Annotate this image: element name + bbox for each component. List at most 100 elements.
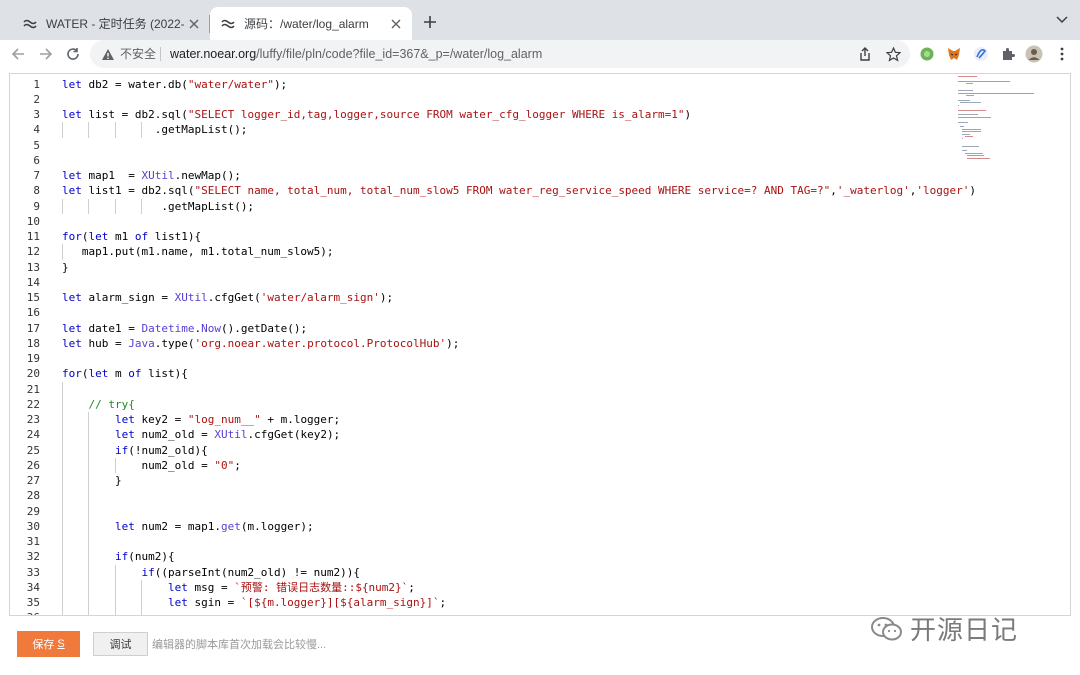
code-editor[interactable]: 1 2 3 4 5 6 7 8 9 10 11 12 13 14 15 16 17 18 19 20 21 22 23 24 2… [9, 73, 1071, 616]
code-token: .type( [154, 336, 195, 350]
minimap-line [964, 136, 973, 137]
code-line: let alarm_sign = XUtil.cfgGet('water/ala… [62, 290, 393, 305]
save-shortcut: S [57, 638, 65, 650]
code-token: ; [439, 596, 447, 609]
code-token: db2 = water.db( [81, 77, 188, 91]
code-token: (num2){ [128, 550, 175, 564]
puzzle-icon[interactable] [998, 44, 1018, 64]
code-token: alarm_sign = [81, 291, 175, 304]
code-token: ) [969, 184, 976, 198]
code-token: ) [684, 108, 692, 121]
code-line: let sgin = `[${m.logger}][${alarm_sign}]… [62, 595, 446, 610]
code-line: if(num2){ [62, 549, 175, 564]
code-line: num2_old = "0"; [62, 458, 241, 473]
line-number: 21 [26, 382, 40, 396]
security-label[interactable]: 不安全 [120, 46, 156, 62]
code-token: num2_old = [141, 458, 215, 472]
tab-water-tasks[interactable]: WATER - 定时任务 (2022-03-1 [12, 7, 210, 40]
code-token: 'logger' [916, 184, 970, 198]
minimap-line [958, 109, 986, 111]
debug-button[interactable]: 调试 [93, 632, 148, 656]
code-token: "0" [214, 458, 235, 472]
line-number: 4 [33, 123, 40, 137]
code-line: .getMapList(); [62, 199, 254, 214]
warning-icon[interactable] [100, 46, 116, 62]
code-token: list = db2.sql( [81, 108, 188, 121]
address-bar[interactable]: 不安全 water.noear.org/luffy/file/pln/code?… [90, 40, 910, 68]
code-token: (!num2_old){ [128, 443, 208, 457]
more-menu-icon[interactable] [1052, 44, 1072, 64]
code-token: ); [273, 77, 288, 91]
minimap-line [962, 133, 971, 135]
code-token: , [830, 184, 837, 198]
code-line: let num2 = map1.get(m.logger); [62, 519, 314, 534]
extension-swirl-icon[interactable] [971, 44, 991, 64]
code-token: if [114, 443, 129, 457]
code-minimap[interactable] [958, 76, 1058, 166]
tab-source-log-alarm[interactable]: 源码：/water/log_alarm [210, 7, 412, 40]
code-token: ; [234, 458, 241, 472]
line-number: 30 [26, 519, 40, 533]
code-area[interactable]: let db2 = water.db("water/water"); let li… [62, 74, 976, 615]
url-text[interactable]: water.noear.org/luffy/file/pln/code?file… [170, 46, 542, 62]
url-path: /luffy/file/pln/code?file_id=367&_p=/wat… [256, 47, 543, 61]
minimap-line [965, 83, 974, 85]
code-line: let date1 = Datetime.Now().getDate(); [62, 321, 307, 336]
code-token: let [62, 77, 82, 91]
back-icon[interactable] [6, 42, 30, 66]
code-line: let map1 = XUtil.newMap(); [62, 168, 241, 183]
line-number: 32 [26, 550, 40, 564]
indent-guide [88, 610, 90, 615]
minimap-line [958, 121, 969, 123]
indent-guide [62, 488, 63, 504]
code-token: let [62, 169, 82, 182]
forward-icon[interactable] [34, 42, 58, 66]
code-token: XUtil [214, 428, 248, 442]
new-tab-icon[interactable] [418, 10, 442, 34]
indent-guide [88, 503, 90, 519]
chevron-down-icon[interactable] [1052, 10, 1072, 30]
browser-toolbar: 不安全 water.noear.org/luffy/file/pln/code?… [0, 40, 1080, 68]
reload-icon[interactable] [61, 42, 85, 66]
code-token: let [114, 428, 135, 442]
water-wave-icon [22, 16, 38, 32]
code-token: let [167, 596, 188, 609]
code-token: .getMapList(); [154, 123, 248, 137]
code-token: "log_num__" [187, 413, 261, 426]
save-button[interactable]: 保存 S [17, 631, 80, 657]
extension-green-icon[interactable] [917, 44, 937, 64]
code-token: 'org.noear.water.protocol.ProtocolHub' [194, 336, 447, 350]
code-token: if [141, 565, 155, 579]
code-token: `[${m.logger}][${alarm_sign}]` [240, 596, 440, 609]
tab-close-icon[interactable] [184, 14, 204, 34]
code-token: let [62, 291, 82, 304]
tab-close-icon[interactable] [386, 14, 406, 34]
code-line: let num2_old = XUtil.cfgGet(key2); [62, 427, 340, 442]
code-token: list1 = db2.sql( [81, 184, 195, 198]
code-token: let [62, 336, 82, 350]
code-line: let list1 = db2.sql("SELECT name, total_… [62, 183, 976, 198]
indent-guide [88, 488, 90, 504]
watermark-text: 开源日记 [910, 616, 1019, 646]
code-line: let msg = `预警: 错误日志数量::${num2}`; [62, 580, 415, 595]
code-token: let [88, 367, 109, 381]
code-token: } [62, 260, 69, 274]
line-number: 10 [26, 214, 40, 228]
tab-title: 源码：/water/log_alarm [244, 17, 369, 31]
star-icon[interactable] [884, 45, 902, 63]
line-number: 31 [26, 535, 40, 548]
code-line: for(let m1 of list1){ [62, 229, 201, 244]
code-token: get [220, 519, 241, 533]
line-number: 23 [26, 413, 40, 426]
minimap-line [958, 100, 970, 101]
metamask-icon[interactable] [944, 44, 964, 64]
share-icon[interactable] [856, 45, 874, 63]
code-line: } [62, 260, 69, 275]
profile-avatar-icon[interactable] [1024, 44, 1044, 64]
code-line: if((parseInt(num2_old) != num2)){ [62, 565, 360, 580]
line-number: 5 [33, 138, 40, 152]
minimap-line [958, 104, 959, 106]
code-token: let [114, 413, 135, 426]
loading-hint: 编辑器的脚本库首次加载会比较慢... [152, 639, 327, 651]
code-token: ( [81, 367, 89, 381]
